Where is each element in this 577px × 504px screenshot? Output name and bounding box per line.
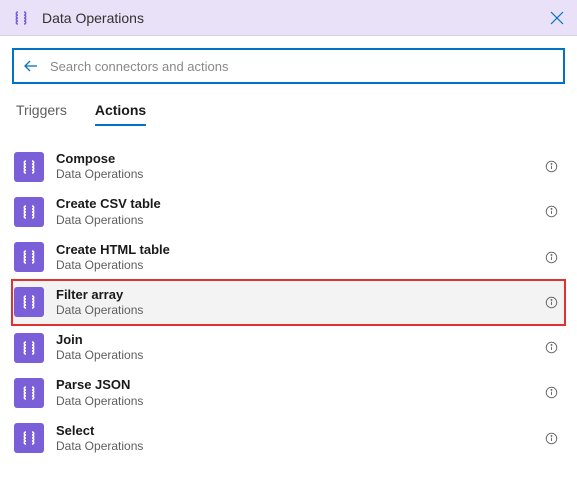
action-item[interactable]: Filter arrayData Operations	[12, 280, 565, 325]
panel-title: Data Operations	[42, 10, 547, 26]
info-icon[interactable]	[543, 340, 559, 356]
info-icon[interactable]	[543, 249, 559, 265]
action-subtitle: Data Operations	[56, 439, 537, 454]
action-item[interactable]: SelectData Operations	[12, 416, 565, 461]
action-item[interactable]: Parse JSONData Operations	[12, 370, 565, 415]
info-icon[interactable]	[543, 385, 559, 401]
action-text: Create HTML tableData Operations	[56, 242, 537, 273]
action-title: Create HTML table	[56, 242, 537, 258]
info-icon[interactable]	[543, 294, 559, 310]
action-title: Create CSV table	[56, 196, 537, 212]
data-operations-icon	[14, 197, 44, 227]
panel-header: Data Operations	[0, 0, 577, 36]
data-operations-icon	[14, 333, 44, 363]
action-title: Parse JSON	[56, 377, 537, 393]
tab-actions[interactable]: Actions	[95, 102, 146, 126]
action-item[interactable]: ComposeData Operations	[12, 144, 565, 189]
action-text: Create CSV tableData Operations	[56, 196, 537, 227]
action-text: Filter arrayData Operations	[56, 287, 537, 318]
data-operations-icon	[14, 152, 44, 182]
action-item[interactable]: JoinData Operations	[12, 325, 565, 370]
action-title: Filter array	[56, 287, 537, 303]
action-subtitle: Data Operations	[56, 348, 537, 363]
data-operations-icon	[14, 287, 44, 317]
tab-triggers[interactable]: Triggers	[16, 102, 67, 126]
search-container	[12, 48, 565, 84]
info-icon[interactable]	[543, 204, 559, 220]
close-icon[interactable]	[547, 8, 567, 28]
action-item[interactable]: Create HTML tableData Operations	[12, 235, 565, 280]
back-arrow-icon[interactable]	[22, 57, 40, 75]
tab-bar: Triggers Actions	[12, 102, 565, 126]
actions-list: ComposeData OperationsCreate CSV tableDa…	[12, 144, 565, 461]
action-text: SelectData Operations	[56, 423, 537, 454]
search-input[interactable]	[50, 59, 555, 74]
data-operations-icon	[14, 242, 44, 272]
action-title: Select	[56, 423, 537, 439]
action-subtitle: Data Operations	[56, 213, 537, 228]
info-icon[interactable]	[543, 159, 559, 175]
action-text: ComposeData Operations	[56, 151, 537, 182]
info-icon[interactable]	[543, 430, 559, 446]
action-subtitle: Data Operations	[56, 303, 537, 318]
action-subtitle: Data Operations	[56, 167, 537, 182]
action-subtitle: Data Operations	[56, 258, 537, 273]
action-title: Join	[56, 332, 537, 348]
data-operations-icon	[14, 378, 44, 408]
action-item[interactable]: Create CSV tableData Operations	[12, 189, 565, 234]
action-text: Parse JSONData Operations	[56, 377, 537, 408]
action-subtitle: Data Operations	[56, 394, 537, 409]
data-operations-icon	[14, 423, 44, 453]
data-operations-icon	[10, 7, 32, 29]
action-title: Compose	[56, 151, 537, 167]
action-text: JoinData Operations	[56, 332, 537, 363]
